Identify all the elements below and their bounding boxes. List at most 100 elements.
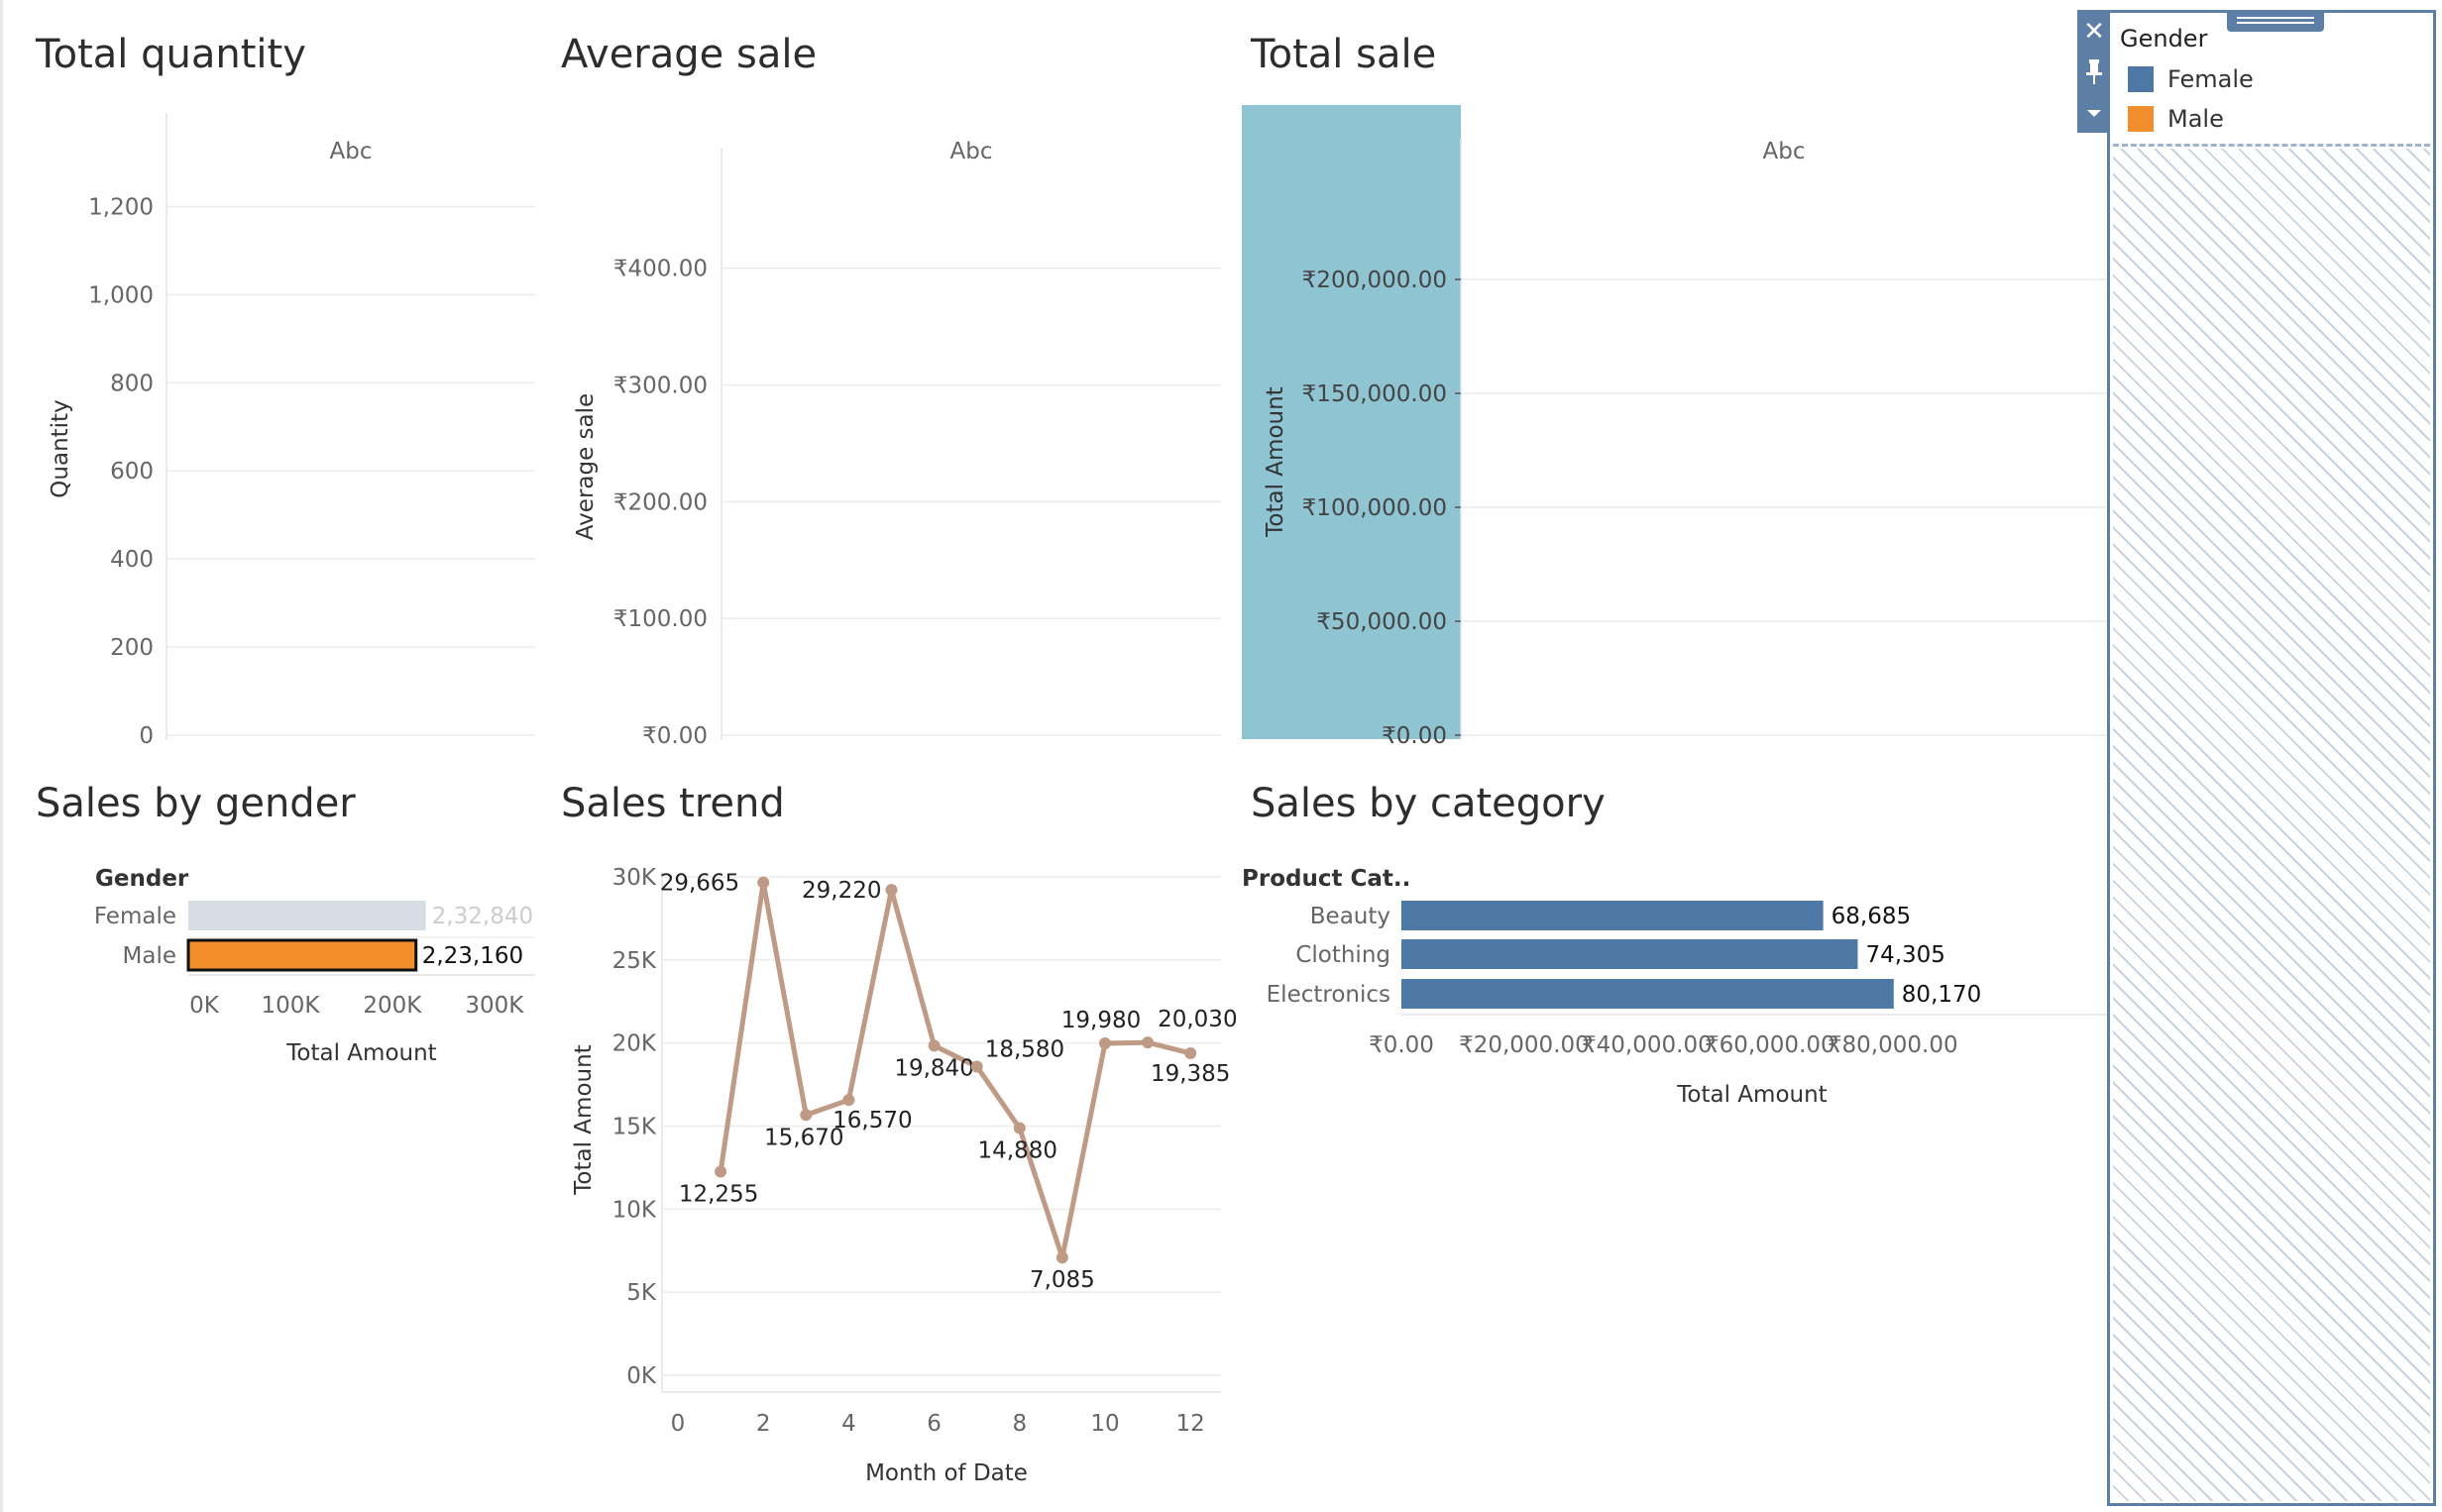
category-bar-clothing[interactable] xyxy=(1401,939,1858,969)
legend-drag-handle[interactable] xyxy=(2227,10,2324,32)
trend-data-label: 20,030 xyxy=(1158,1007,1237,1032)
gender-x-tick-label: 300K xyxy=(465,993,524,1019)
trend-x-tick-label: 6 xyxy=(927,1411,942,1437)
trend-point[interactable] xyxy=(715,1165,727,1178)
trend-x-tick-label: 4 xyxy=(841,1411,856,1437)
trend-point[interactable] xyxy=(1184,1046,1197,1059)
legend-title: Gender xyxy=(2120,25,2208,53)
category-x-tick-label: ₹60,000.00 xyxy=(1705,1032,1835,1058)
total_quantity-y-axis-title: Quantity xyxy=(48,399,73,497)
gender-legend: Gender Female Male xyxy=(2107,10,2436,1506)
total_sale-y-tick-label: ₹50,000.00 xyxy=(1316,609,1447,635)
trend-point[interactable] xyxy=(1142,1036,1155,1049)
trend-point[interactable] xyxy=(928,1039,941,1052)
gender-category-label: Female xyxy=(94,904,176,929)
gender-bar-value-label: 2,23,160 xyxy=(422,943,523,969)
category-x-tick-label: ₹80,000.00 xyxy=(1828,1032,1958,1058)
legend-swatch-female xyxy=(2128,66,2154,92)
dropdown-arrow-icon[interactable] xyxy=(2077,95,2111,131)
trend-data-label: 29,220 xyxy=(802,878,881,904)
trend-y-tick-label: 5K xyxy=(626,1280,657,1306)
legend-item-female[interactable]: Female xyxy=(2128,64,2254,94)
trend-y-tick-label: 20K xyxy=(612,1031,657,1057)
total_quantity-y-tick-label: 600 xyxy=(110,459,154,485)
trend-x-tick-label: 8 xyxy=(1012,1411,1027,1437)
total_quantity-y-tick-label: 800 xyxy=(110,371,154,396)
trend-x-tick-label: 2 xyxy=(756,1411,771,1437)
trend-data-label: 12,255 xyxy=(679,1182,758,1208)
gender-bar-male[interactable] xyxy=(186,938,418,972)
trend-point[interactable] xyxy=(1013,1122,1026,1134)
gender-bar-female[interactable] xyxy=(188,901,426,930)
trend-x-tick-label: 0 xyxy=(671,1411,686,1437)
trend-x-axis-title: Month of Date xyxy=(865,1460,1028,1486)
gender-x-tick-label: 200K xyxy=(363,993,422,1019)
category-bar-electronics[interactable] xyxy=(1401,979,1894,1009)
legend-empty-area xyxy=(2113,149,2430,1501)
legend-divider xyxy=(2113,144,2430,147)
gender-x-tick-label: 100K xyxy=(261,993,320,1019)
trend-data-label: 7,085 xyxy=(1030,1267,1095,1293)
total_quantity-column-header: Abc xyxy=(330,139,373,164)
category-x-axis-title: Total Amount xyxy=(1676,1082,1827,1108)
total_sale-y-tick-label: ₹0.00 xyxy=(1382,723,1447,749)
average_sale-y-tick-label: ₹0.00 xyxy=(642,723,708,749)
category-label: Electronics xyxy=(1267,982,1390,1008)
total_quantity-y-tick-label: 400 xyxy=(110,547,154,573)
legend-swatch-male xyxy=(2128,106,2154,132)
legend-item-male[interactable]: Male xyxy=(2128,104,2224,134)
legend-label-male: Male xyxy=(2167,105,2224,133)
category-bar-value-label: 74,305 xyxy=(1865,942,1944,968)
trend-y-tick-label: 10K xyxy=(612,1197,657,1223)
trend-data-label: 19,840 xyxy=(894,1055,973,1081)
trend-y-tick-label: 15K xyxy=(612,1115,657,1140)
close-icon[interactable]: ✕ xyxy=(2077,14,2111,50)
average_sale-y-tick-label: ₹100.00 xyxy=(613,606,708,632)
trend-point[interactable] xyxy=(1099,1037,1111,1050)
trend-y-axis-title: Total Amount xyxy=(571,1044,597,1195)
total_sale-y-tick-label: ₹200,000.00 xyxy=(1302,268,1447,293)
trend-point[interactable] xyxy=(757,876,770,889)
total_quantity-y-tick-label: 0 xyxy=(139,723,154,749)
dashboard-charts-canvas: 0 200 400 600 800 1,000 1,200 Abc Quantity ₹0.00 ₹… xyxy=(48,105,2107,1486)
total_quantity-y-tick-label: 200 xyxy=(110,635,154,661)
category-label: Beauty xyxy=(1310,904,1390,929)
trend-data-label: 18,580 xyxy=(985,1036,1064,1062)
total_sale-y-tick-label: ₹150,000.00 xyxy=(1302,381,1447,407)
trend-point[interactable] xyxy=(842,1094,855,1107)
trend-y-tick-label: 30K xyxy=(612,865,657,891)
trend-y-tick-label: 0K xyxy=(626,1363,657,1389)
gender-x-axis-title: Total Amount xyxy=(285,1040,436,1066)
trend-point[interactable] xyxy=(800,1109,813,1122)
category-row-header: Product Cat.. xyxy=(1242,866,1410,892)
average_sale-column-header: Abc xyxy=(950,139,993,164)
category-x-tick-label: ₹40,000.00 xyxy=(1582,1032,1713,1058)
trend-point[interactable] xyxy=(970,1060,983,1073)
average_sale-y-tick-label: ₹400.00 xyxy=(613,257,708,282)
gender-row-header: Gender xyxy=(95,866,189,892)
total_sale-y-axis-title: Total Amount xyxy=(1263,386,1288,537)
trend-data-label: 19,385 xyxy=(1151,1061,1230,1087)
gender-x-tick-label: 0K xyxy=(189,993,220,1019)
trend-x-tick-label: 10 xyxy=(1090,1411,1119,1437)
trend-point[interactable] xyxy=(1055,1251,1068,1264)
legend-toolbar: ✕ xyxy=(2077,10,2111,133)
trend-data-label: 14,880 xyxy=(978,1138,1057,1164)
category-bar-beauty[interactable] xyxy=(1401,901,1824,930)
average_sale-y-tick-label: ₹300.00 xyxy=(613,374,708,399)
trend-x-tick-label: 12 xyxy=(1176,1411,1205,1437)
gender-category-label: Male xyxy=(123,943,176,969)
total_sale-column-header: Abc xyxy=(1763,139,1806,164)
trend-point[interactable] xyxy=(885,884,898,897)
total_quantity-y-tick-label: 1,000 xyxy=(88,282,154,308)
pin-icon[interactable] xyxy=(2077,54,2111,89)
category-bar-value-label: 68,685 xyxy=(1832,904,1911,929)
trend-y-tick-label: 25K xyxy=(612,948,657,974)
average_sale-y-tick-label: ₹200.00 xyxy=(613,489,708,515)
gender-bar-value-label: 2,32,840 xyxy=(432,904,533,929)
total_quantity-y-tick-label: 1,200 xyxy=(88,194,154,220)
category-label: Clothing xyxy=(1295,942,1390,968)
category-x-tick-label: ₹20,000.00 xyxy=(1459,1032,1590,1058)
average_sale-y-axis-title: Average sale xyxy=(573,393,599,540)
trend-data-label: 19,980 xyxy=(1061,1008,1141,1033)
